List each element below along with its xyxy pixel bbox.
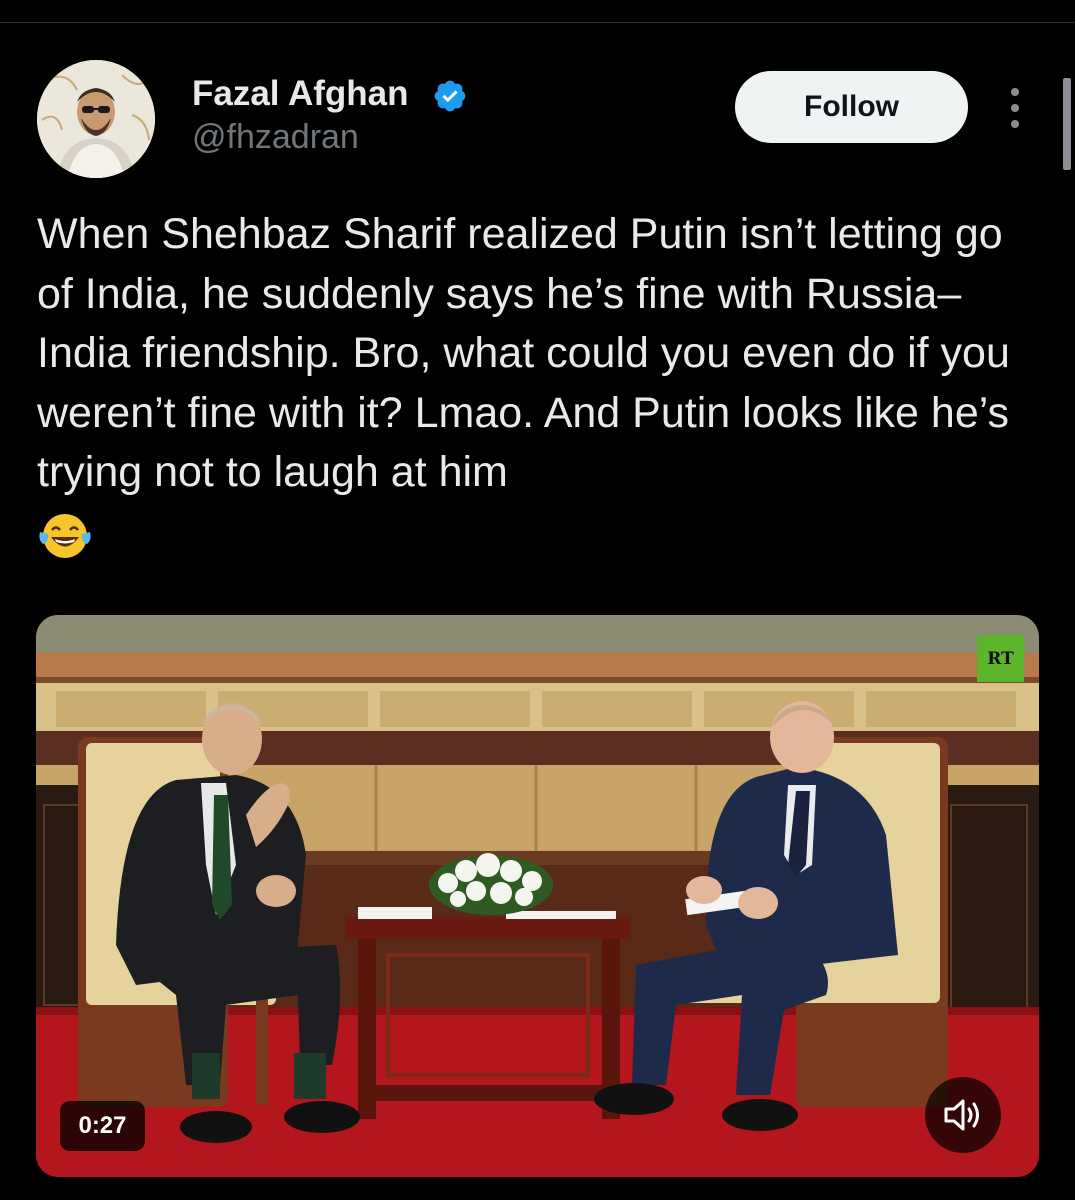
video-duration-badge: 0:27 [60, 1101, 145, 1151]
author-name[interactable]: Fazal Afghan [192, 74, 409, 114]
more-vertical-icon[interactable] [1003, 86, 1027, 130]
video-player[interactable]: RT 0:27 [36, 615, 1039, 1177]
volume-button[interactable] [925, 1077, 1001, 1153]
video-frame [36, 615, 1039, 1177]
top-divider [0, 22, 1075, 23]
rt-watermark-logo: RT [977, 635, 1024, 682]
tweet-text: When Shehbaz Sharif realized Putin isn’t… [37, 210, 1010, 496]
scrollbar[interactable] [1063, 78, 1071, 170]
author-handle[interactable]: @fhzadran [192, 118, 359, 157]
avatar[interactable] [37, 60, 155, 178]
volume-icon [944, 1099, 979, 1131]
follow-button[interactable]: Follow [735, 71, 968, 143]
verified-badge-icon [434, 80, 466, 112]
laughing-tears-emoji-icon [39, 514, 91, 558]
